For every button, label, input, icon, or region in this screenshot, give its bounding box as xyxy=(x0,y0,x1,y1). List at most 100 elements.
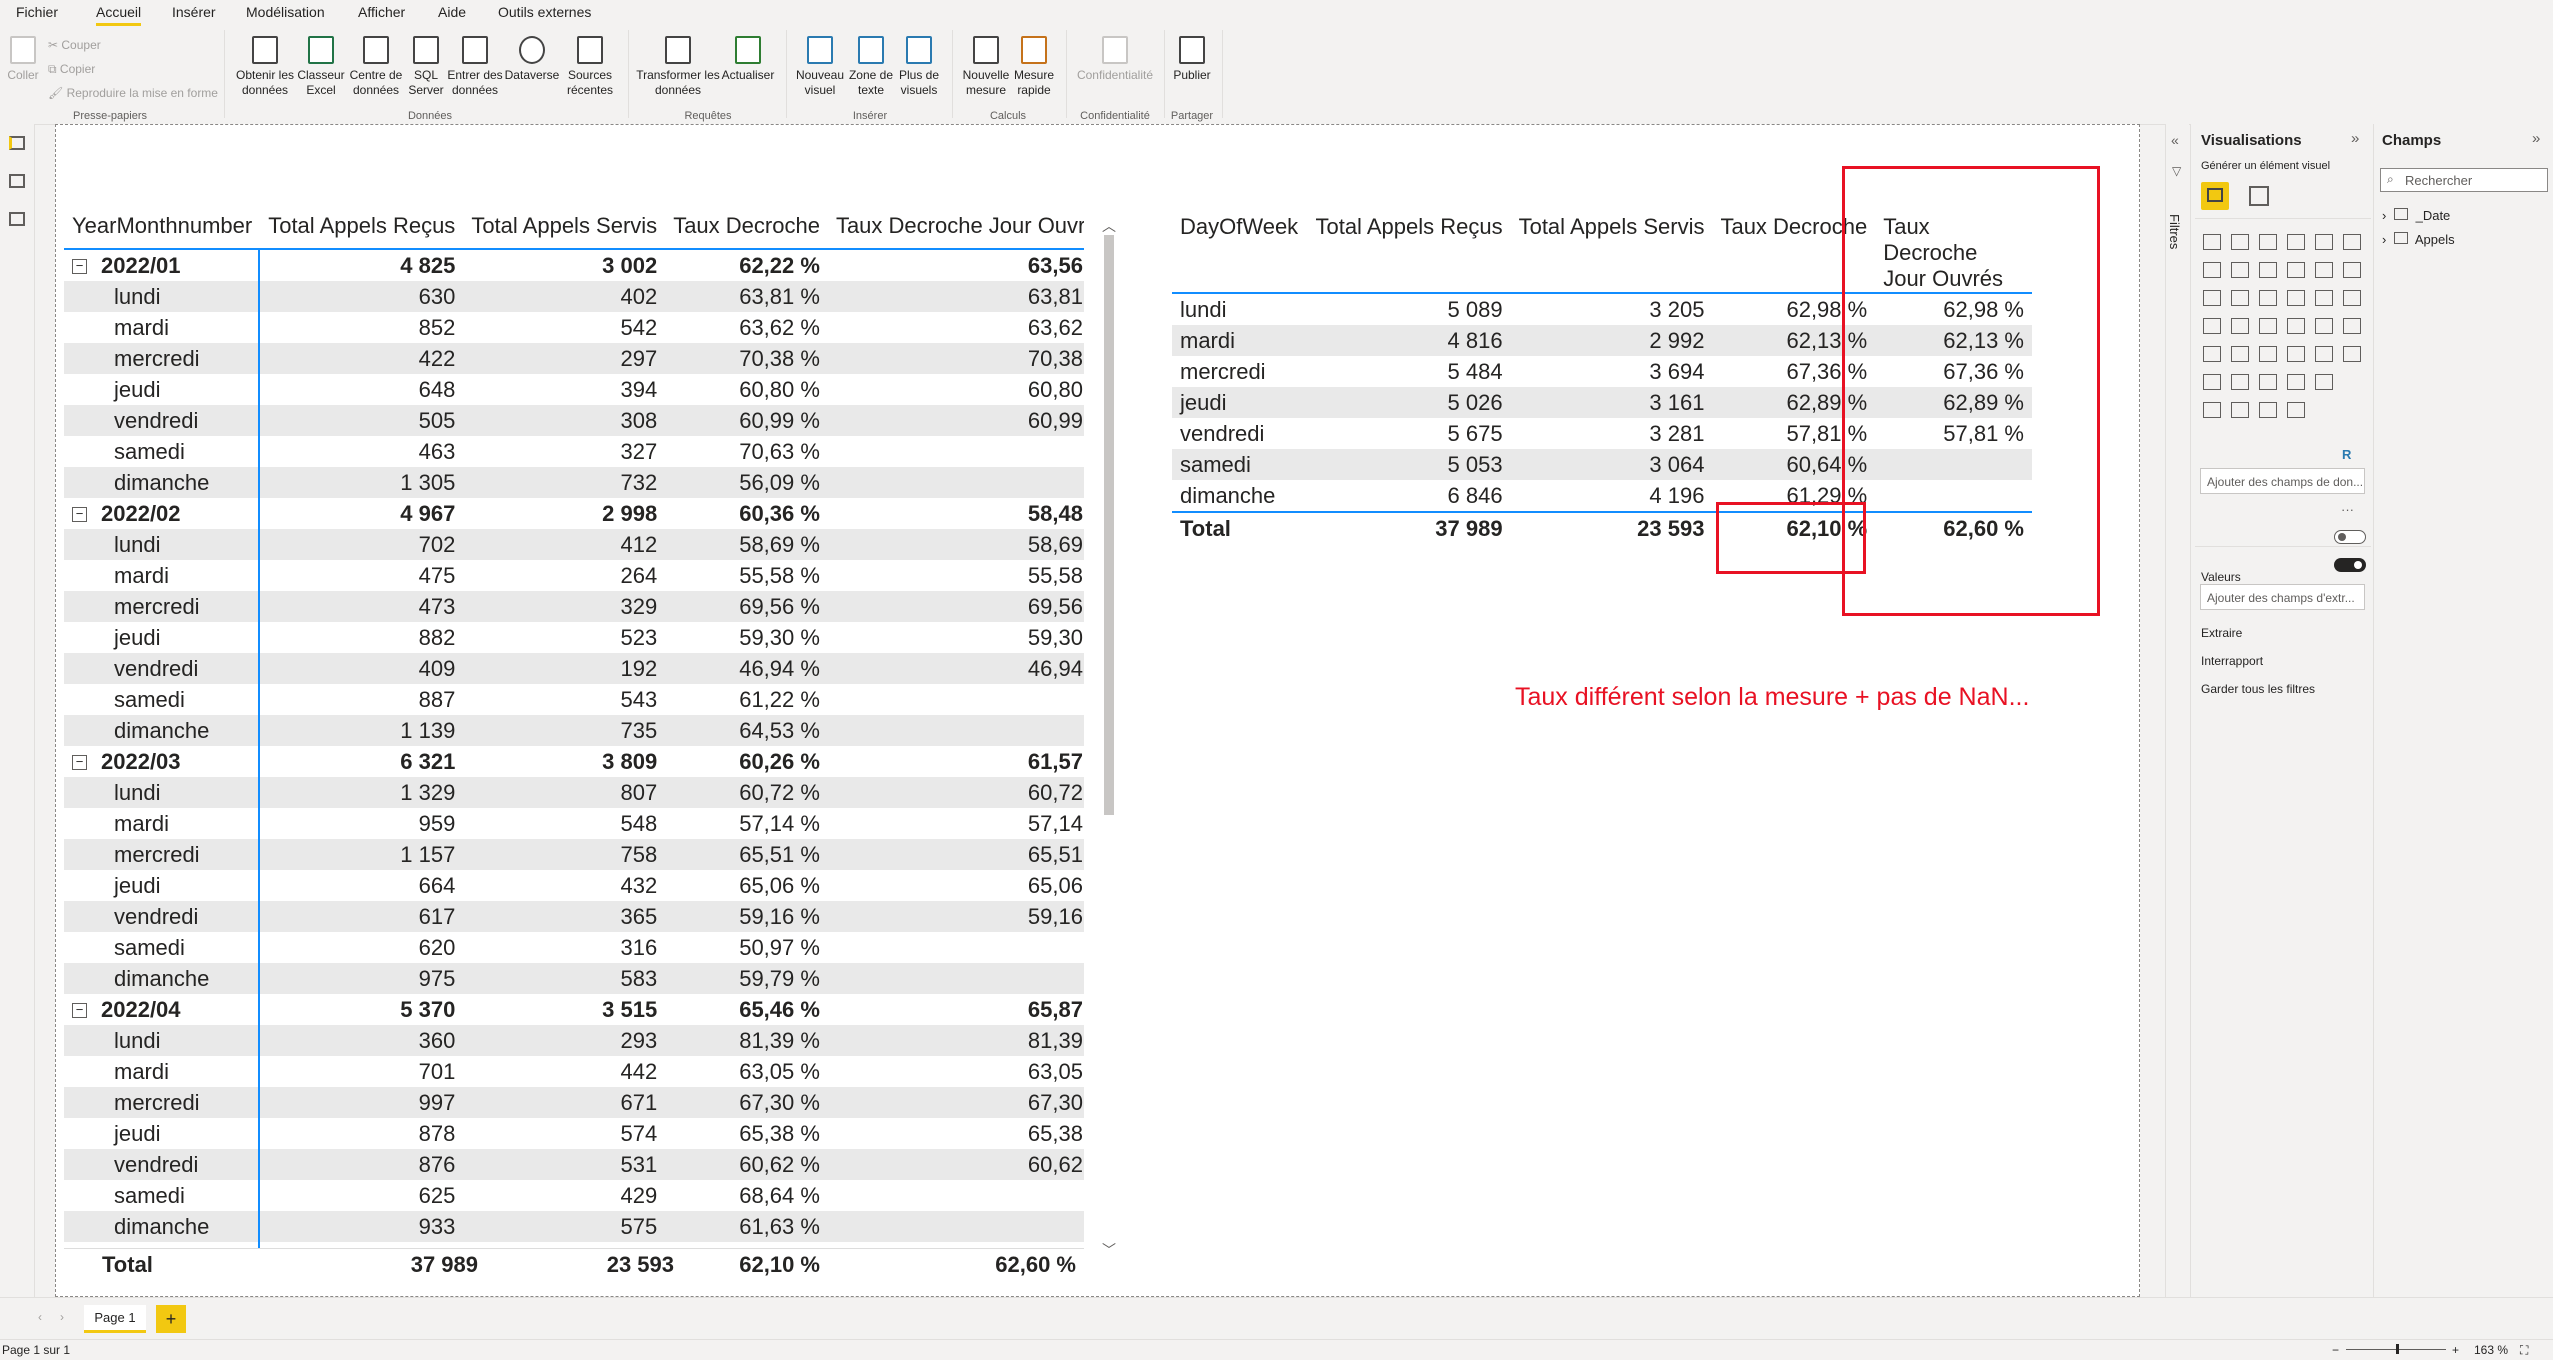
diamond-visual-icon[interactable] xyxy=(2259,402,2277,418)
stacked-area-visual-icon[interactable] xyxy=(2259,262,2277,278)
waterfall-visual-icon[interactable] xyxy=(2203,290,2221,306)
matrix-row[interactable]: lundi36029381,39 %81,39 % xyxy=(64,1025,1084,1056)
stacked-bar-visual-icon[interactable] xyxy=(2203,234,2221,250)
matrix-row[interactable]: samedi 463 327 70,63 % xyxy=(64,436,1084,467)
menu-view[interactable]: Afficher xyxy=(358,4,405,20)
transform-data-button[interactable]: Transformer les données xyxy=(636,36,720,98)
keep-filters-toggle[interactable] xyxy=(2334,558,2366,572)
matrix-header[interactable]: Taux Decroche Jour Ouvrés xyxy=(828,204,1084,249)
matrix-row[interactable]: vendredi61736559,16 %59,16 % xyxy=(64,901,1084,932)
text-box-button[interactable]: Zone de texte xyxy=(846,36,896,98)
matrix-visual[interactable]: YearMonthnumber Total Appels Reçus Total… xyxy=(64,204,1084,1294)
table-header[interactable]: Total Appels Reçus xyxy=(1307,204,1510,293)
arcgis-visual-icon[interactable] xyxy=(2231,402,2249,418)
treemap-visual-icon[interactable] xyxy=(2343,290,2361,306)
dataverse-button[interactable]: Dataverse xyxy=(504,36,560,83)
scroll-down-icon[interactable]: ﹀ xyxy=(1102,1240,1116,1260)
page-tab-1[interactable]: Page 1 xyxy=(84,1305,146,1333)
fields-search-box[interactable]: ⌕ Rechercher xyxy=(2380,168,2548,192)
multi-row-card-visual-icon[interactable] xyxy=(2203,346,2221,362)
paste-button[interactable]: Coller xyxy=(6,36,40,83)
new-measure-button[interactable]: Nouvelle mesure xyxy=(960,36,1012,98)
clustered-bar-visual-icon[interactable] xyxy=(2259,234,2277,250)
matrix-row[interactable]: jeudi 882 523 59,30 % 59,30 % xyxy=(64,622,1084,653)
matrix-row[interactable]: jeudi 664 432 65,06 % 65,06 % xyxy=(64,870,1084,901)
matrix-group-row[interactable]: −2022/01 4 825 3 002 62,22 % 63,56 % xyxy=(64,249,1084,281)
matrix-header[interactable]: Total Appels Servis xyxy=(463,204,665,249)
donut-visual-icon[interactable] xyxy=(2315,290,2333,306)
format-painter-button[interactable]: 🖌 Reproduire la mise en forme xyxy=(48,86,218,100)
scroll-up-icon[interactable]: ︿ xyxy=(1102,216,1116,236)
matrix-row[interactable]: vendredi40919246,94 %46,94 % xyxy=(64,653,1084,684)
field-table-appels[interactable]: › Appels xyxy=(2382,232,2455,247)
100-column-visual-icon[interactable] xyxy=(2343,234,2361,250)
collapse-icon[interactable]: − xyxy=(72,1003,87,1019)
matrix-row[interactable]: lundi70241258,69 %58,69 % xyxy=(64,529,1084,560)
cut-button[interactable]: ✂ Couper xyxy=(48,38,101,52)
matrix-row[interactable]: vendredi87653160,62 %60,62 % xyxy=(64,1149,1084,1180)
decomposition-tree-visual-icon[interactable] xyxy=(2203,374,2221,390)
collapse-icon[interactable]: − xyxy=(72,259,87,275)
prev-page-icon[interactable]: ‹ xyxy=(38,1310,42,1324)
matrix-row[interactable]: jeudi 648 394 60,80 % 60,80 % xyxy=(64,374,1084,405)
matrix-group-row[interactable]: −2022/04 5 370 3 515 65,46 % 65,87 % xyxy=(64,994,1084,1025)
menu-external-tools[interactable]: Outils externes xyxy=(498,4,591,20)
expand-icon[interactable]: « xyxy=(2171,132,2179,148)
zoom-in-icon[interactable]: + xyxy=(2452,1343,2459,1357)
field-table-date[interactable]: › _Date xyxy=(2382,208,2450,223)
map-visual-icon[interactable] xyxy=(2203,318,2221,334)
sensitivity-button[interactable]: Confidentialité xyxy=(1070,36,1160,83)
menu-help[interactable]: Aide xyxy=(438,4,466,20)
matrix-header[interactable]: YearMonthnumber xyxy=(64,204,260,249)
r-visual-icon[interactable]: R xyxy=(2342,447,2351,462)
chevron-visual-icon[interactable] xyxy=(2287,402,2305,418)
key-influencers-visual-icon[interactable] xyxy=(2343,346,2361,362)
matrix-row[interactable]: lundi63040263,81 %63,81 % xyxy=(64,281,1084,312)
matrix-group-row[interactable]: −2022/03 6 321 3 809 60,26 % 61,57 % xyxy=(64,746,1084,777)
clustered-column-visual-icon[interactable] xyxy=(2287,234,2305,250)
data-hub-button[interactable]: Centre de données xyxy=(346,36,406,98)
matrix-row[interactable]: samedi 620 316 50,97 % xyxy=(64,932,1084,963)
matrix-row[interactable]: mercredi1 15775865,51 %65,51 % xyxy=(64,839,1084,870)
matrix-row[interactable]: mardi 475 264 55,58 % 55,58 % xyxy=(64,560,1084,591)
cross-report-toggle[interactable] xyxy=(2334,530,2366,544)
matrix-row[interactable]: jeudi 878 574 65,38 % 65,38 % xyxy=(64,1118,1084,1149)
line-visual-icon[interactable] xyxy=(2203,262,2221,278)
matrix-header[interactable]: Total Appels Reçus xyxy=(260,204,463,249)
build-visual-tab[interactable] xyxy=(2201,182,2229,210)
menu-modeling[interactable]: Modélisation xyxy=(246,4,325,20)
table-header[interactable]: Total Appels Servis xyxy=(1511,204,1713,293)
collapse-icon[interactable]: − xyxy=(72,755,87,771)
excel-button[interactable]: Classeur Excel xyxy=(296,36,346,98)
matrix-row[interactable]: lundi1 32980760,72 %60,72 % xyxy=(64,777,1084,808)
area-visual-icon[interactable] xyxy=(2231,262,2249,278)
next-page-icon[interactable]: › xyxy=(60,1310,64,1324)
table-header[interactable]: DayOfWeek xyxy=(1172,204,1307,293)
matrix-row[interactable]: dimanche 1 305 732 56,09 % xyxy=(64,467,1084,498)
filled-map-visual-icon[interactable] xyxy=(2231,318,2249,334)
zoom-out-icon[interactable]: − xyxy=(2332,1343,2339,1357)
100-bar-visual-icon[interactable] xyxy=(2315,234,2333,250)
paginated-visual-icon[interactable] xyxy=(2287,374,2305,390)
matrix-row[interactable]: samedi 625 429 68,64 % xyxy=(64,1180,1084,1211)
new-visual-button[interactable]: Nouveau visuel xyxy=(794,36,846,98)
scatter-visual-icon[interactable] xyxy=(2259,290,2277,306)
matrix-row[interactable]: dimanche 975 583 59,79 % xyxy=(64,963,1084,994)
matrix-scrollbar-thumb[interactable] xyxy=(1104,235,1114,815)
slicer-visual-icon[interactable] xyxy=(2259,346,2277,362)
quick-measure-button[interactable]: Mesure rapide xyxy=(1012,36,1056,98)
matrix-row[interactable]: mardi 959 548 57,14 % 57,14 % xyxy=(64,808,1084,839)
ribbon-visual-icon[interactable] xyxy=(2343,262,2361,278)
trophy-visual-icon[interactable] xyxy=(2315,374,2333,390)
matrix-row[interactable]: samedi 887 543 61,22 % xyxy=(64,684,1084,715)
get-data-button[interactable]: Obtenir les données xyxy=(234,36,296,98)
zoom-slider-thumb[interactable] xyxy=(2396,1344,2399,1354)
matrix-row[interactable]: mercredi47332969,56 %69,56 % xyxy=(64,591,1084,622)
refresh-button[interactable]: Actualiser xyxy=(720,36,776,83)
card-visual-icon[interactable] xyxy=(2343,318,2361,334)
more-visuals-button[interactable]: Plus de visuels xyxy=(896,36,942,98)
gauge-visual-icon[interactable] xyxy=(2315,318,2333,334)
recent-sources-button[interactable]: Sources récentes xyxy=(560,36,620,98)
values-drop-well[interactable]: Ajouter des champs de don... xyxy=(2200,468,2365,494)
funnel-visual-icon[interactable] xyxy=(2231,290,2249,306)
